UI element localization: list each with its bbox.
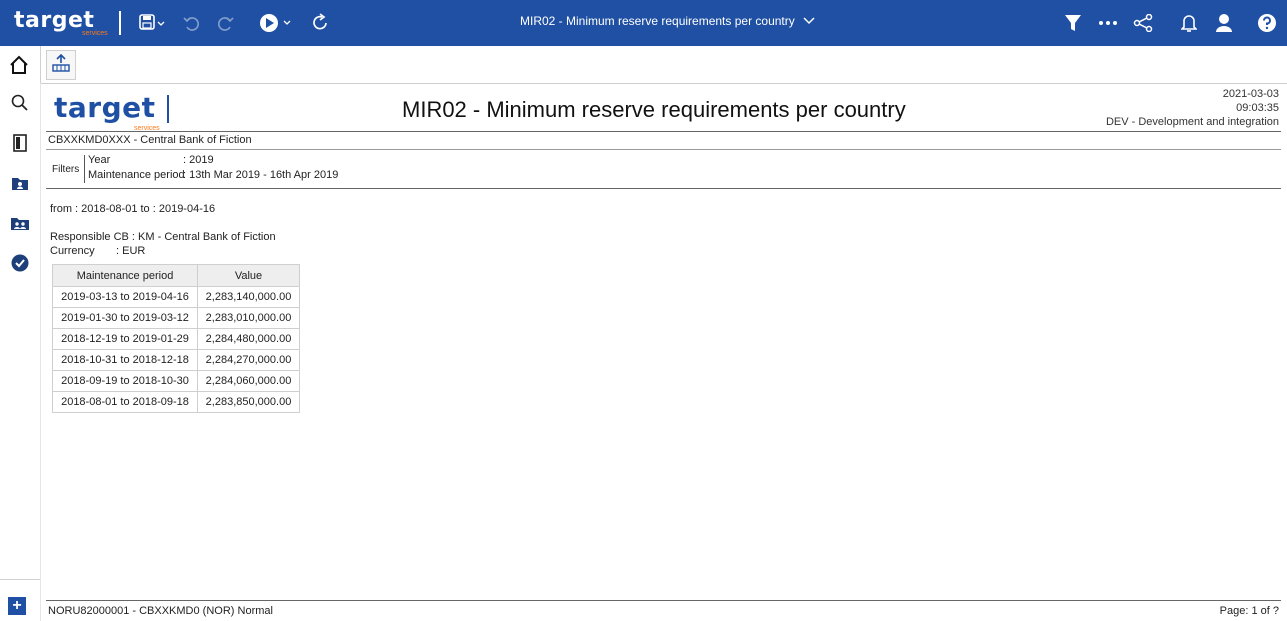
report-time: 09:03:35 [1236, 102, 1279, 114]
column-header-period: Maintenance period [52, 264, 198, 287]
report-title-menu[interactable]: MIR02 - Minimum reserve requirements per… [520, 14, 815, 28]
value-cell: 2,283,010,000.00 [197, 307, 300, 329]
more-icon[interactable] [1096, 10, 1120, 36]
value-cell: 2,283,850,000.00 [197, 391, 300, 413]
report-meta: 2021-03-03 09:03:35 DEV - Development an… [1106, 87, 1279, 129]
user-icon[interactable] [1213, 10, 1235, 36]
check-icon[interactable] [8, 251, 32, 275]
report-viewer: target services MIR02 - Minimum reserve … [46, 83, 1281, 621]
period-cell: 2018-08-01 to 2018-09-18 [52, 391, 198, 413]
period-cell: 2019-03-13 to 2019-04-16 [52, 286, 198, 308]
period-cell: 2018-09-19 to 2018-10-30 [52, 370, 198, 392]
sidebar-divider [0, 579, 40, 580]
table-row: 2018-08-01 to 2018-09-18 2,283,850,000.0… [52, 391, 300, 413]
period-cell: 2019-01-30 to 2019-03-12 [52, 307, 198, 329]
left-sidebar [0, 83, 41, 621]
filter-icon[interactable] [1062, 10, 1084, 36]
chevron-down-icon [803, 14, 815, 28]
undo-icon[interactable] [180, 10, 202, 36]
filters-divider-line [46, 188, 1281, 189]
period-cell: 2018-10-31 to 2018-12-18 [52, 349, 198, 371]
footer-divider [46, 600, 1281, 601]
column-header-value: Value [197, 264, 300, 287]
report-title: MIR02 - Minimum reserve requirements per… [402, 97, 906, 122]
filter-year-value: : 2019 [183, 154, 214, 166]
value-cell: 2,283,140,000.00 [197, 286, 300, 308]
report-date: 2021-03-03 [1222, 88, 1279, 100]
currency-value: : EUR [116, 245, 146, 257]
secondary-toolbar [0, 46, 1287, 84]
report-environment: DEV - Development and integration [1105, 116, 1279, 128]
report-logo: target [54, 91, 156, 124]
table-row: 2019-01-30 to 2019-03-12 2,283,010,000.0… [52, 307, 300, 329]
table-header-row: Maintenance period Value [52, 264, 300, 287]
redo-icon[interactable] [215, 10, 237, 36]
bank-name: CBXXKMD0XXX - Central Bank of Fiction [48, 134, 252, 146]
bell-icon[interactable] [1178, 10, 1200, 36]
app-logo-sub: services [82, 30, 108, 37]
help-icon[interactable] [1256, 10, 1278, 36]
search-icon[interactable] [8, 91, 32, 115]
bookmark-icon[interactable] [8, 131, 32, 155]
team-folder-icon[interactable] [8, 211, 32, 235]
responsible-cb: Responsible CB : KM - Central Bank of Fi… [50, 231, 276, 243]
filter-year-label: Year [88, 154, 111, 166]
value-cell: 2,284,060,000.00 [197, 370, 300, 392]
value-cell: 2,284,270,000.00 [197, 349, 300, 371]
period-cell: 2018-12-19 to 2019-01-29 [52, 328, 198, 350]
table-row: 2018-09-19 to 2018-10-30 2,284,060,000.0… [52, 370, 300, 392]
report-logo-divider [167, 95, 169, 123]
folder-icon[interactable] [8, 171, 32, 195]
toolbar-divider [40, 46, 41, 83]
filters-divider [84, 155, 85, 183]
logo-divider [119, 11, 121, 35]
export-button[interactable] [46, 50, 76, 80]
home-icon[interactable] [8, 54, 30, 76]
report-title-text: MIR02 - Minimum reserve requirements per… [520, 14, 795, 28]
run-icon[interactable] [258, 10, 294, 36]
filter-period-label: Maintenance period [88, 169, 185, 181]
date-range: from : 2018-08-01 to : 2019-04-16 [50, 203, 216, 215]
add-icon[interactable]: + [8, 597, 26, 615]
currency-label: Currency [50, 245, 95, 257]
table-row: 2019-03-13 to 2019-04-16 2,283,140,000.0… [52, 286, 300, 308]
value-cell: 2,284,480,000.00 [197, 328, 300, 350]
page-indicator: Page: 1 of ? [1219, 605, 1279, 617]
footer-status: NORU82000001 - CBXXKMD0 (NOR) Normal [48, 605, 273, 617]
save-icon[interactable] [137, 10, 167, 36]
top-bar: target services MIR02 - Minimum reserve … [0, 0, 1287, 46]
share-icon[interactable] [1132, 10, 1154, 36]
filter-period-value: : 13th Mar 2019 - 16th Apr 2019 [183, 169, 339, 181]
table-row: 2018-12-19 to 2019-01-29 2,284,480,000.0… [52, 328, 300, 350]
refresh-icon[interactable] [310, 10, 332, 36]
table-row: 2018-10-31 to 2018-12-18 2,284,270,000.0… [52, 349, 300, 371]
filters-label: Filters [52, 164, 80, 175]
export-icon [51, 53, 71, 77]
bank-divider [46, 149, 1281, 150]
reserve-table: Maintenance period Value 2019-03-13 to 2… [52, 264, 300, 413]
header-divider [46, 131, 1281, 132]
